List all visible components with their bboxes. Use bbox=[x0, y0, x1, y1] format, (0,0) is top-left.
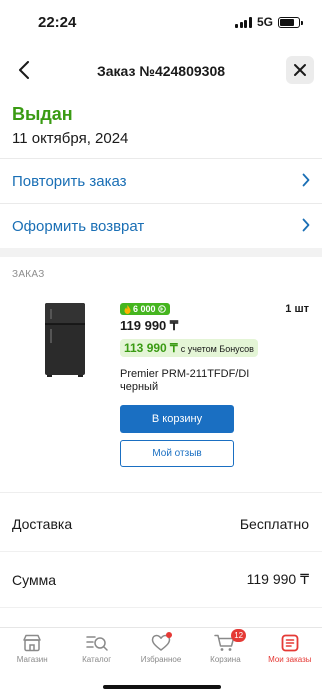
order-item: 1 шт 6 000 119 990 ₸ 113 990 ₸ с учетом … bbox=[0, 293, 322, 493]
tab-label: Избранное bbox=[140, 655, 182, 664]
tab-label: Каталог bbox=[82, 655, 112, 664]
chevron-right-icon bbox=[302, 173, 310, 187]
order-status-block: Выдан 11 октября, 2024 bbox=[0, 94, 322, 158]
close-icon bbox=[294, 64, 306, 76]
chevron-right-icon bbox=[302, 218, 310, 232]
status-bar: 22:24 5G bbox=[0, 0, 322, 48]
battery-icon bbox=[278, 16, 303, 28]
status-indicators: 5G bbox=[235, 15, 303, 29]
orders-icon bbox=[281, 634, 299, 652]
repeat-order-link[interactable]: Повторить заказ bbox=[0, 158, 322, 203]
delivery-row: Доставка Бесплатно bbox=[0, 496, 322, 552]
order-status: Выдан bbox=[12, 104, 73, 124]
network-label: 5G bbox=[256, 15, 273, 29]
section-divider bbox=[0, 248, 322, 257]
total-row: Сумма 119 990 ₸ bbox=[0, 552, 322, 608]
add-to-cart-button[interactable]: В корзину bbox=[120, 405, 234, 433]
close-button[interactable] bbox=[286, 56, 314, 84]
bonus-price-note: с учетом Бонусов bbox=[180, 344, 254, 354]
total-value: 119 990 ₸ bbox=[246, 571, 309, 587]
tab-label: Корзина bbox=[210, 655, 241, 664]
bonus-coin-icon bbox=[157, 305, 166, 313]
order-date: 11 октября, 2024 bbox=[12, 130, 129, 147]
signal-icon bbox=[235, 16, 252, 28]
catalog-search-icon bbox=[85, 636, 108, 651]
order-summary: Доставка Бесплатно Сумма 119 990 ₸ bbox=[0, 493, 322, 608]
bonus-price-chip: 113 990 ₸ с учетом Бонусов bbox=[120, 339, 258, 357]
tab-favorites[interactable]: Избранное bbox=[129, 628, 193, 670]
section-title: ЗАКАЗ bbox=[12, 269, 45, 280]
back-button[interactable] bbox=[10, 56, 38, 84]
bonus-price: 113 990 ₸ bbox=[124, 341, 178, 355]
tab-shop[interactable]: Магазин bbox=[0, 628, 64, 670]
tab-label: Мои заказы bbox=[268, 655, 312, 664]
favorites-dot bbox=[165, 632, 172, 638]
product-image[interactable] bbox=[42, 301, 88, 377]
repeat-order-label: Повторить заказ bbox=[12, 172, 127, 190]
tab-cart[interactable]: 12 Корзина bbox=[193, 628, 257, 670]
flame-icon bbox=[124, 304, 131, 314]
tab-label: Магазин bbox=[16, 655, 48, 664]
return-order-link[interactable]: Оформить возврат bbox=[0, 203, 322, 248]
bonus-amount: 6 000 bbox=[133, 304, 156, 314]
status-time: 22:24 bbox=[38, 14, 77, 31]
home-indicator bbox=[103, 685, 221, 689]
product-price: 119 990 ₸ bbox=[120, 318, 179, 333]
my-review-button[interactable]: Мой отзыв bbox=[120, 440, 234, 467]
nav-bar: Заказ №424809308 bbox=[0, 48, 322, 94]
cart-count-badge: 12 bbox=[231, 629, 247, 642]
shop-icon bbox=[23, 634, 41, 652]
tab-catalog[interactable]: Каталог bbox=[64, 628, 128, 670]
tab-my-orders[interactable]: Мои заказы bbox=[258, 628, 322, 670]
delivery-value: Бесплатно bbox=[239, 515, 309, 532]
product-name[interactable]: Premier PRM-211TFDF/DI черный bbox=[120, 368, 280, 394]
page-title: Заказ №424809308 bbox=[96, 63, 226, 79]
total-label: Сумма bbox=[12, 571, 56, 588]
item-quantity: 1 шт bbox=[285, 303, 309, 315]
bonus-badge: 6 000 bbox=[120, 303, 170, 315]
delivery-label: Доставка bbox=[12, 515, 73, 532]
return-order-label: Оформить возврат bbox=[12, 217, 145, 235]
chevron-left-icon bbox=[19, 61, 29, 79]
